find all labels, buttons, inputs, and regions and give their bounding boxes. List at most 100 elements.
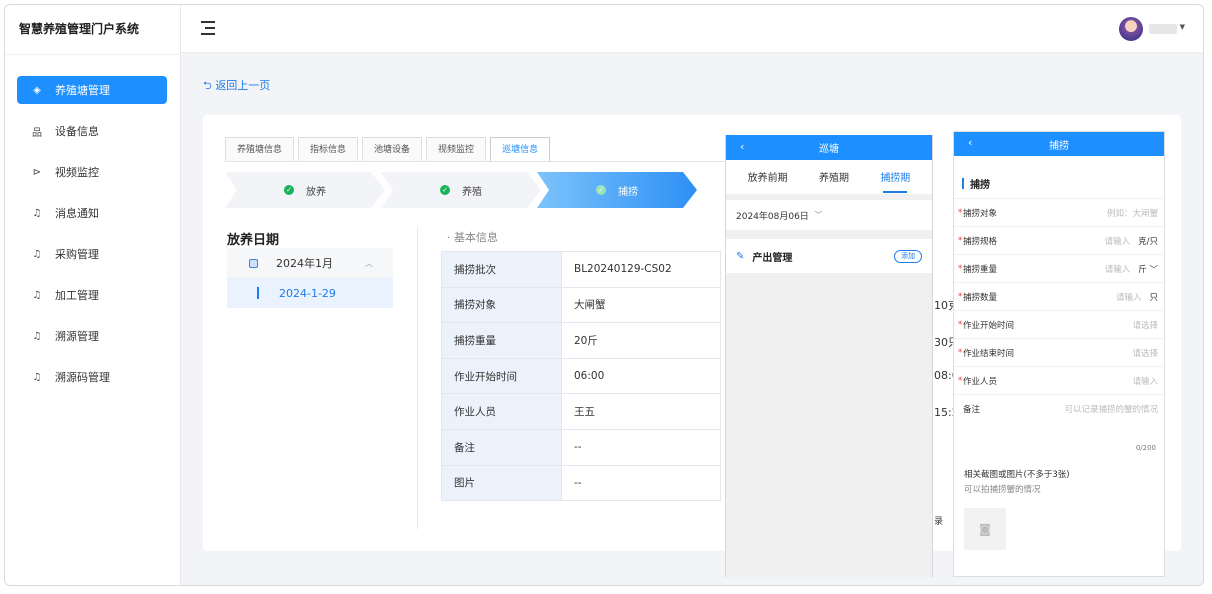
- sidebar-item-label: 设备信息: [55, 125, 99, 138]
- edit-icon: ✎: [736, 250, 745, 262]
- date-picker[interactable]: 2024年08月06日 ﹀: [726, 200, 932, 230]
- tab-pre-stocking[interactable]: 放养前期: [748, 169, 788, 186]
- back-label: 返回上一页: [215, 79, 271, 92]
- mobile-patrol-screen: ‹ 巡塘 放养前期 养殖期 捕捞期 2024年08月06日 ﹀ ✎ 产出管理 添…: [725, 135, 933, 577]
- field-unit: 只: [1149, 292, 1158, 303]
- form-section-title: 捕捞: [962, 176, 990, 191]
- step-label: 放养: [306, 186, 326, 198]
- app-window: 智慧养殖管理门户系统 ◈ 养殖塘管理 品 设备信息 ⊳ 视频监控 ♫ 消息通知 …: [4, 4, 1204, 586]
- field-input[interactable]: 请输入: [1105, 263, 1131, 275]
- tab-video[interactable]: 视频监控: [426, 137, 487, 161]
- photo-title: 相关截图或图片(不多于3张): [964, 470, 1070, 480]
- sidebar-item-label: 采购管理: [55, 248, 99, 261]
- username-placeholder[interactable]: [1149, 24, 1177, 34]
- step-harvest[interactable]: ✓ 捕捞: [537, 172, 697, 208]
- field-label: 备注: [963, 404, 981, 415]
- form-row-target[interactable]: * 捕捞对象 例如：大闸蟹: [954, 198, 1166, 226]
- camera-icon: ◙: [979, 522, 991, 536]
- field-value: 王五: [561, 393, 721, 430]
- form-row-operator[interactable]: * 作业人员 请输入: [954, 366, 1166, 394]
- tab-harvest-period[interactable]: 捕捞期: [880, 169, 910, 193]
- back-link[interactable]: ⮌ 返回上一页: [203, 77, 270, 96]
- form-row-start-time[interactable]: * 作业开始时间 请选择: [954, 310, 1166, 338]
- form-row-spec[interactable]: * 捕捞规格 请输入 克/只: [954, 226, 1166, 254]
- sidebar-item-trace[interactable]: ♫ 溯源管理: [17, 322, 167, 350]
- sidebar-item-tracecode[interactable]: ♫ 溯源码管理: [17, 363, 167, 391]
- top-header: ▼: [181, 5, 1203, 53]
- field-key: 捕捞重量: [441, 322, 562, 359]
- form-row-weight[interactable]: * 捕捞重量 请输入 斤 ﹀: [954, 254, 1166, 282]
- field-key: 作业人员: [441, 393, 562, 430]
- selected-marker: [257, 287, 259, 299]
- form-row-end-time[interactable]: * 作业结束时间 请选择: [954, 338, 1166, 366]
- sidebar-item-label: 养殖塘管理: [55, 84, 110, 97]
- sidebar-item-process[interactable]: ♫ 加工管理: [17, 281, 167, 309]
- calendar-icon: [249, 258, 258, 268]
- chevron-down-icon: ﹀: [814, 211, 822, 219]
- mobile-header: ‹ 捕捞: [954, 132, 1164, 156]
- table-row: 捕捞批次 BL20240129-CS02: [441, 251, 721, 288]
- table-row: 备注 --: [441, 428, 721, 466]
- check-icon: ✓: [284, 185, 294, 195]
- sidebar-item-device[interactable]: 品 设备信息: [17, 117, 167, 145]
- vertical-divider: [417, 227, 418, 529]
- table-row: 作业人员 王五: [441, 393, 721, 430]
- field-label: 捕捞重量: [963, 264, 998, 275]
- step-label: 捕捞: [618, 186, 638, 198]
- add-button[interactable]: 添加: [894, 250, 922, 263]
- mobile-title: 捕捞: [1049, 140, 1069, 152]
- remark-textarea[interactable]: 可以记录捕捞的蟹的情况: [1064, 403, 1158, 415]
- field-picker[interactable]: 请选择: [1132, 347, 1158, 359]
- sidebar-item-message[interactable]: ♫ 消息通知: [17, 199, 167, 227]
- sidebar-item-pond[interactable]: ◈ 养殖塘管理: [17, 76, 167, 104]
- tab-pond-info[interactable]: 养殖塘信息: [225, 137, 295, 161]
- field-input[interactable]: 请输入: [1116, 291, 1142, 303]
- day-row[interactable]: 2024-1-29: [227, 278, 393, 308]
- month-row[interactable]: 2024年1月 ︿: [227, 248, 393, 278]
- tab-patrol-info[interactable]: 巡塘信息: [490, 137, 551, 161]
- field-input[interactable]: 例如：大闸蟹: [1107, 207, 1158, 219]
- unit-select[interactable]: 斤 ﹀: [1138, 263, 1158, 275]
- field-value: BL20240129-CS02: [561, 251, 721, 288]
- avatar[interactable]: [1119, 17, 1143, 41]
- bell-icon: ♫: [32, 248, 42, 260]
- tab-indicator-info[interactable]: 指标信息: [298, 137, 359, 161]
- bell-icon: ♫: [32, 371, 42, 383]
- field-value: --: [561, 464, 721, 502]
- field-value: 20斤: [561, 322, 721, 359]
- tab-pond-device[interactable]: 池塘设备: [362, 137, 423, 161]
- mobile-harvest-form: ‹ 捕捞 捕捞 * 捕捞对象 例如：大闸蟹 * 捕捞规格 请输入 克/只 * 捕…: [953, 131, 1166, 577]
- field-label: 作业结束时间: [963, 348, 1015, 359]
- field-value: 大闸蟹: [561, 286, 721, 324]
- caret-down-icon[interactable]: ▼: [1180, 23, 1185, 31]
- field-key: 捕捞批次: [441, 251, 562, 288]
- output-management-section: ✎ 产出管理 添加: [726, 239, 932, 273]
- step-farming[interactable]: ✓ 养殖: [381, 172, 541, 208]
- field-label: 作业开始时间: [963, 320, 1015, 331]
- sidebar: 智慧养殖管理门户系统 ◈ 养殖塘管理 品 设备信息 ⊳ 视频监控 ♫ 消息通知 …: [5, 5, 181, 585]
- menu-collapse-icon[interactable]: [201, 21, 217, 35]
- sidebar-item-purchase[interactable]: ♫ 采购管理: [17, 240, 167, 268]
- back-arrow-icon: ⮌: [203, 79, 212, 92]
- form-row-quantity[interactable]: * 捕捞数量 请输入 只: [954, 282, 1166, 310]
- tab-farming-period[interactable]: 养殖期: [819, 169, 849, 186]
- field-picker[interactable]: 请选择: [1132, 319, 1158, 331]
- back-chevron-icon[interactable]: ‹: [968, 136, 972, 149]
- check-icon: ✓: [440, 185, 450, 195]
- date-label: 2024年08月06日: [736, 211, 809, 222]
- field-label: 作业人员: [963, 376, 998, 387]
- sidebar-item-video[interactable]: ⊳ 视频监控: [17, 158, 167, 186]
- form-row-remark[interactable]: 备注 可以记录捕捞的蟹的情况: [954, 394, 1166, 422]
- device-icon: 品: [32, 127, 42, 139]
- brand-title: 智慧养殖管理门户系统: [5, 5, 180, 55]
- pond-icon: ◈: [33, 84, 41, 96]
- day-label: 2024-1-29: [279, 286, 336, 300]
- back-chevron-icon[interactable]: ‹: [740, 140, 744, 153]
- photo-upload-button[interactable]: ◙: [964, 508, 1006, 550]
- field-key: 作业开始时间: [441, 357, 562, 395]
- section-title: 产出管理: [752, 252, 793, 264]
- field-input[interactable]: 请输入: [1105, 235, 1131, 247]
- field-input[interactable]: 请输入: [1132, 375, 1158, 387]
- step-stocking[interactable]: ✓ 放养: [225, 172, 385, 208]
- photo-hint: 可以拍捕捞蟹的情况: [964, 485, 1041, 495]
